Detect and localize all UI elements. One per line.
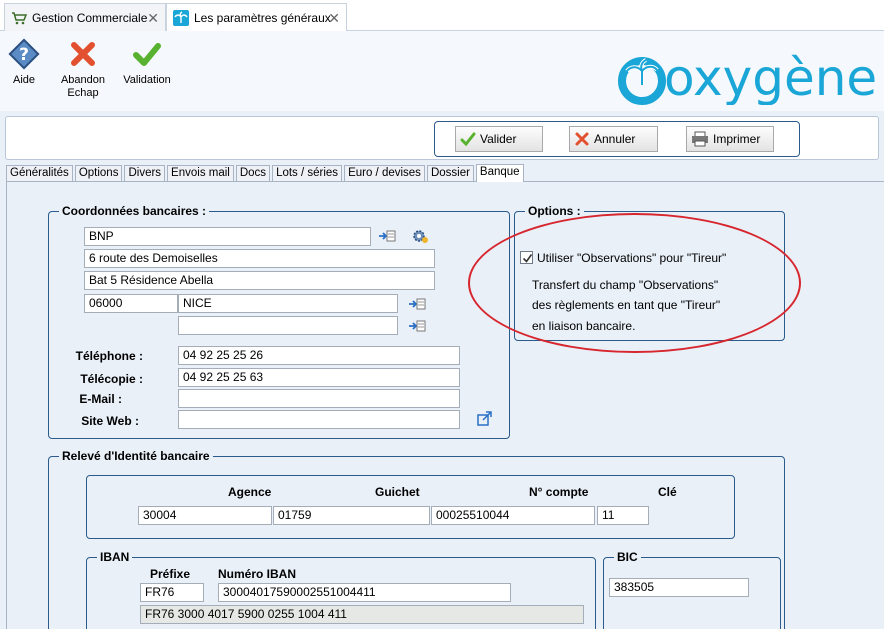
cle-field[interactable]: 11	[597, 506, 649, 525]
validation-label: Validation	[123, 74, 171, 86]
city-line2-field[interactable]	[178, 316, 398, 335]
tab-dossier[interactable]: Dossier	[426, 165, 474, 182]
insert-field-icon[interactable]	[408, 296, 426, 312]
checkmark-icon	[460, 132, 476, 147]
settings-gear-icon[interactable]	[411, 228, 429, 244]
settings-tabs: Généralités Options Divers Envois mail D…	[6, 164, 526, 182]
options-title: Options :	[525, 204, 584, 218]
abandon-button[interactable]: Abandon Echap	[58, 37, 108, 100]
tab-generalites[interactable]: Généralités	[6, 165, 73, 182]
tab-euro-devises[interactable]: Euro / devises	[344, 165, 425, 182]
ribbon-toolbar: ? Aide Abandon Echap Validation oxygène	[0, 31, 884, 111]
bic-field[interactable]: 383505	[609, 578, 749, 597]
tab-label: Les paramètres généraux	[194, 10, 331, 25]
address-line2-field[interactable]: Bat 5 Résidence Abella	[84, 271, 435, 290]
help-icon: ?	[8, 38, 40, 70]
telephone-label: Téléphone :	[75, 349, 143, 363]
logo-text: oxygène	[664, 51, 877, 105]
compte-label: N° compte	[529, 485, 589, 499]
abandon-label: Abandon	[60, 74, 106, 86]
close-icon[interactable]: ✕	[147, 10, 159, 27]
cancel-icon	[71, 42, 95, 66]
options-description-line2: des règlements en tant que "Tireur"	[532, 298, 721, 312]
imprimer-label: Imprimer	[713, 132, 761, 146]
city-field[interactable]: NICE	[178, 294, 398, 313]
help-button[interactable]: ? Aide	[4, 37, 44, 87]
validation-button[interactable]: Validation	[122, 37, 172, 87]
coordonnees-title: Coordonnées bancaires :	[59, 204, 210, 218]
close-icon[interactable]: ✕	[328, 10, 340, 27]
bic-title: BIC	[614, 550, 641, 564]
numero-iban-label: Numéro IBAN	[218, 567, 297, 581]
tab-divers[interactable]: Divers	[124, 165, 166, 182]
guichet-label: Guichet	[375, 485, 420, 499]
open-link-icon[interactable]	[476, 411, 494, 427]
guichet-field[interactable]: 01759	[273, 506, 430, 525]
tab-options[interactable]: Options	[74, 165, 123, 182]
compte-field[interactable]: 00025510044	[431, 506, 595, 525]
annuler-button[interactable]: Annuler	[569, 126, 658, 152]
cancel-icon	[575, 132, 589, 146]
telecopie-field[interactable]: 04 92 25 25 63	[178, 368, 460, 387]
document-tab-strip: Gestion Commerciale ✕ Les paramètres gén…	[0, 0, 884, 31]
telecopie-label: Télécopie :	[80, 372, 143, 386]
iban-title: IBAN	[97, 550, 133, 564]
options-description-line1: Transfert du champ "Observations"	[532, 278, 719, 292]
oxygene-logo: oxygène	[618, 51, 877, 105]
checkmark-icon	[133, 43, 161, 66]
observations-tireur-label[interactable]: Utiliser "Observations" pour "Tireur"	[537, 251, 726, 265]
rib-title: Relevé d'Identité bancaire	[59, 449, 213, 463]
address-line1-field[interactable]: 6 route des Demoiselles	[84, 249, 435, 268]
email-field[interactable]	[178, 389, 460, 408]
options-description-line3: en liaison bancaire.	[532, 319, 636, 333]
palm-icon	[173, 9, 189, 26]
cle-label: Clé	[658, 485, 677, 499]
postal-code-field[interactable]: 06000	[84, 294, 178, 313]
tab-label: Gestion Commerciale	[32, 10, 148, 25]
svg-text:?: ?	[19, 45, 29, 65]
iban-formatted-field: FR76 3000 4017 5900 0255 1004 411	[140, 605, 584, 624]
observations-tireur-checkbox[interactable]	[520, 251, 533, 264]
tab-parametres-generaux[interactable]: Les paramètres généraux ✕	[166, 3, 347, 31]
tab-envois-mail[interactable]: Envois mail	[167, 165, 234, 182]
agence-label: Agence	[228, 485, 272, 499]
site-web-label: Site Web :	[81, 414, 139, 428]
bank-name-field[interactable]: BNP	[84, 227, 371, 246]
action-button-group: Valider Annuler Imprimer	[434, 121, 800, 157]
tab-docs[interactable]: Docs	[235, 165, 271, 182]
prefixe-label: Préfixe	[150, 567, 191, 581]
cart-icon	[11, 10, 28, 26]
iban-prefix-field[interactable]: FR76	[140, 583, 204, 602]
tab-gestion-commerciale[interactable]: Gestion Commerciale ✕	[4, 3, 166, 31]
annuler-label: Annuler	[594, 132, 636, 146]
agence-field[interactable]: 30004	[138, 506, 272, 525]
valider-label: Valider	[480, 132, 517, 146]
tab-banque[interactable]: Banque	[475, 164, 524, 182]
iban-number-field[interactable]: 30004017590002551004411	[218, 583, 511, 602]
valider-button[interactable]: Valider	[455, 126, 543, 152]
insert-field-icon[interactable]	[408, 318, 426, 334]
abandon-shortcut: Echap	[67, 87, 99, 99]
action-bar: Valider Annuler Imprimer	[5, 116, 879, 160]
insert-field-icon[interactable]	[378, 228, 396, 244]
telephone-field[interactable]: 04 92 25 25 26	[178, 346, 460, 365]
tab-lots-series[interactable]: Lots / séries	[272, 165, 343, 182]
imprimer-button[interactable]: Imprimer	[686, 126, 774, 152]
site-web-field[interactable]	[178, 410, 460, 429]
email-label: E-Mail :	[79, 392, 122, 406]
printer-icon	[692, 131, 708, 147]
help-label: Aide	[12, 74, 36, 86]
